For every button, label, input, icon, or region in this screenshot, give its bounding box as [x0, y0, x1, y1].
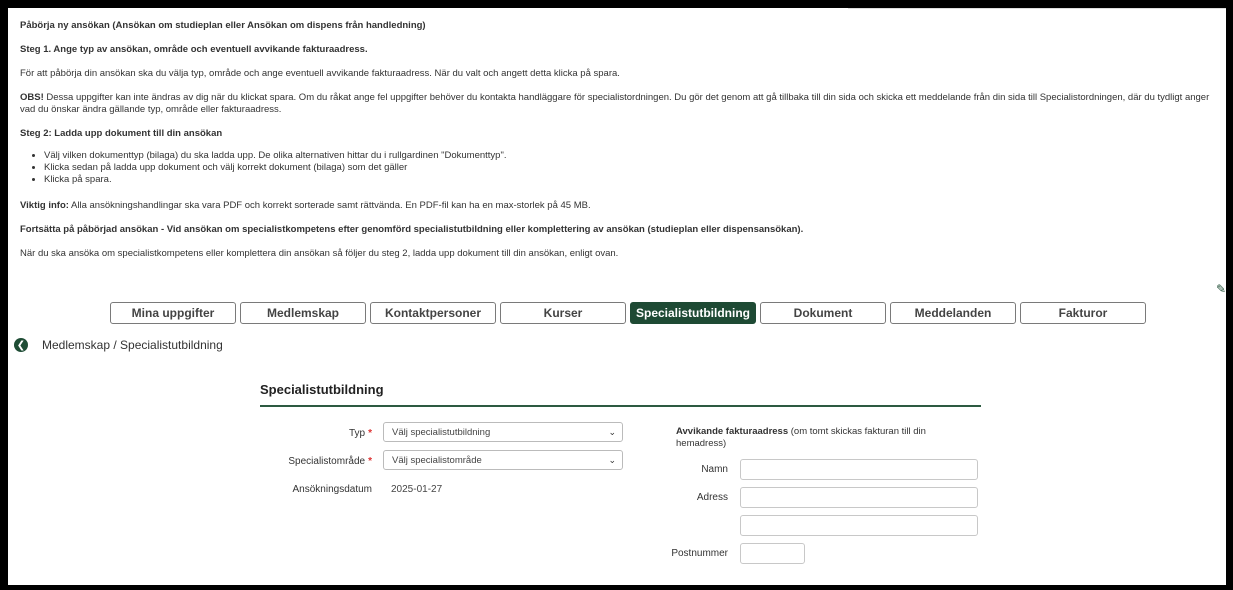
typ-select[interactable]: Välj specialistutbildning ⌄: [383, 422, 623, 442]
obs-paragraph: OBS! Dessa uppgifter kan inte ändras av …: [20, 92, 1220, 116]
obs-label: OBS!: [20, 92, 44, 103]
namn-input[interactable]: [740, 459, 978, 480]
tab-mina-uppgifter[interactable]: Mina uppgifter: [110, 302, 236, 324]
continue-title: Fortsätta på påbörjad ansökan - Vid ansö…: [20, 224, 804, 235]
tab-medlemskap[interactable]: Medlemskap: [240, 302, 366, 324]
omrade-label-text: Specialistområde: [288, 456, 366, 467]
chevron-down-icon: ⌄: [608, 455, 616, 465]
typ-label: Typ *: [288, 428, 372, 439]
important-paragraph: Viktig info: Alla ansökningshandlingar s…: [20, 200, 1220, 212]
required-marker: *: [368, 456, 372, 467]
pen-icon: ✎: [1215, 282, 1226, 296]
obs-text: Dessa uppgifter kan inte ändras av dig n…: [20, 92, 1210, 115]
tab-kurser[interactable]: Kurser: [500, 302, 626, 324]
step2-list: Välj vilken dokumenttyp (bilaga) du ska …: [20, 150, 1226, 186]
important-text: Alla ansökningshandlingar ska vara PDF o…: [68, 200, 591, 211]
arrow-left-circle-icon[interactable]: ❮: [14, 338, 28, 352]
breadcrumb: ❮ Medlemskap / Specialistutbildning: [14, 338, 223, 352]
list-item: Klicka sedan på ladda upp dokument och v…: [44, 162, 1226, 174]
omrade-select[interactable]: Välj specialistområde ⌄: [383, 450, 623, 470]
required-marker: *: [368, 428, 372, 439]
omrade-label: Specialistområde *: [268, 456, 372, 467]
alt-address-title-bold: Avvikande fakturaadress: [676, 426, 789, 437]
tab-fakturor[interactable]: Fakturor: [1020, 302, 1146, 324]
alt-address-title: Avvikande fakturaadress (om tomt skickas…: [676, 426, 976, 450]
step1-text: För att påbörja din ansökan ska du välja…: [20, 68, 620, 79]
list-item: Välj vilken dokumenttyp (bilaga) du ska …: [44, 150, 1226, 162]
postnummer-label: Postnummer: [671, 548, 728, 559]
chevron-down-icon: ⌄: [608, 427, 616, 437]
breadcrumb-text[interactable]: Medlemskap / Specialistutbildning: [42, 338, 223, 352]
datum-value: 2025-01-27: [391, 484, 443, 495]
tab-kontaktpersoner[interactable]: Kontaktpersoner: [370, 302, 496, 324]
typ-select-value: Välj specialistutbildning: [392, 426, 491, 438]
section-divider: [260, 405, 981, 407]
important-label: Viktig info:: [20, 200, 69, 211]
typ-label-text: Typ: [348, 428, 366, 439]
postnummer-input[interactable]: [740, 543, 805, 564]
step1-title: Steg 1. Ange typ av ansökan, område och …: [20, 44, 368, 55]
page-frame: Påbörja ny ansökan (Ansökan om studiepla…: [8, 8, 1226, 585]
adress-line2-input[interactable]: [740, 515, 978, 536]
top-divider: [848, 8, 1226, 9]
tab-meddelanden[interactable]: Meddelanden: [890, 302, 1016, 324]
list-item: Klicka på spara.: [44, 174, 1226, 186]
adress-label: Adress: [696, 492, 728, 503]
info-heading: Påbörja ny ansökan (Ansökan om studiepla…: [20, 20, 426, 31]
section-title: Specialistutbildning: [260, 382, 384, 397]
step2-title: Steg 2: Ladda upp dokument till din ansö…: [20, 128, 223, 139]
tab-dokument[interactable]: Dokument: [760, 302, 886, 324]
omrade-select-value: Välj specialistområde: [392, 454, 482, 466]
namn-label: Namn: [701, 464, 728, 475]
continue-text: När du ska ansöka om specialistkompetens…: [20, 248, 619, 259]
datum-label: Ansökningsdatum: [292, 484, 373, 495]
adress-input[interactable]: [740, 487, 978, 508]
tab-specialistutbildning[interactable]: Specialistutbildning: [630, 302, 756, 324]
